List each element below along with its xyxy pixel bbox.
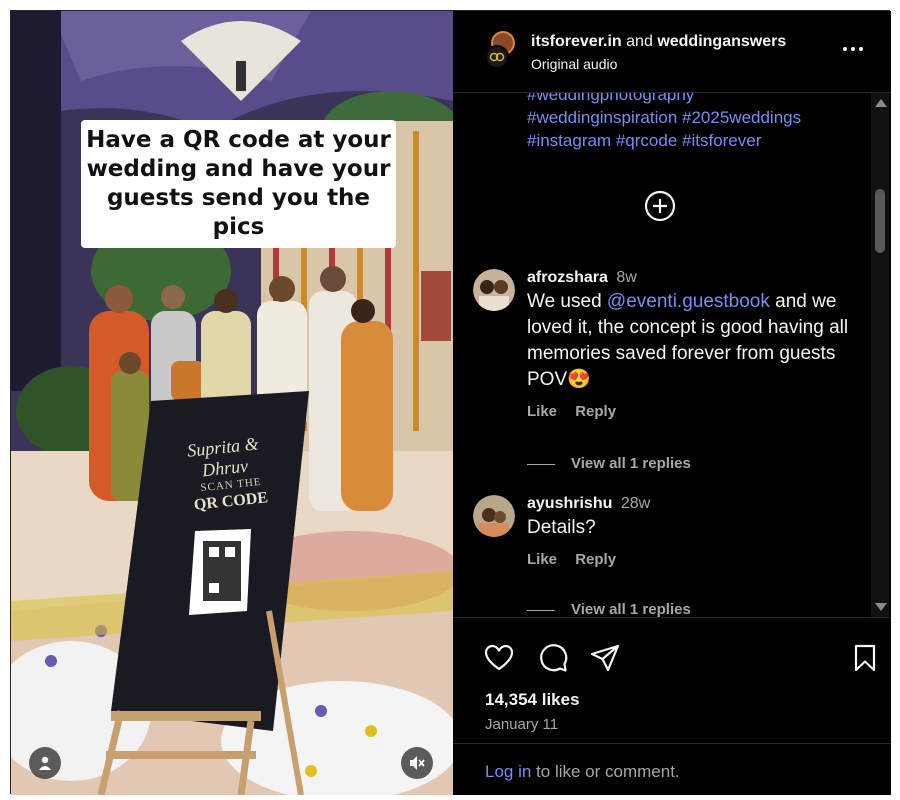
hashtag-link[interactable]: #weddinginspiration — [527, 108, 677, 127]
mention-link[interactable]: @eventi.guestbook — [607, 291, 770, 312]
comment-username[interactable]: afrozshara — [527, 269, 608, 286]
comments-section: #weddingphotography #weddinginspiration … — [453, 93, 891, 617]
more-options-icon — [843, 47, 863, 51]
user-tag-button[interactable] — [29, 747, 61, 779]
like-comment-button[interactable]: Like — [527, 551, 557, 568]
more-options-button[interactable] — [843, 39, 869, 59]
scroll-up-arrow-icon[interactable] — [875, 99, 887, 107]
mute-button[interactable] — [401, 747, 433, 779]
hashtag-link[interactable]: #instagram — [527, 131, 611, 150]
divider — [527, 463, 555, 465]
view-replies-label: View all 1 replies — [571, 601, 691, 617]
hashtag-link[interactable]: #itsforever — [682, 131, 761, 150]
avatar[interactable] — [473, 495, 515, 537]
like-count[interactable]: 14,354 likes — [485, 690, 580, 710]
paper-plane-icon[interactable] — [589, 642, 621, 674]
user-tag-icon — [39, 756, 51, 770]
hashtag-link[interactable]: #qrcode — [616, 131, 677, 150]
plus-circle-icon[interactable] — [643, 189, 677, 223]
comment-item: ayushrishu 28w Details? Like Reply View … — [473, 495, 873, 617]
post-authors: itsforever.in and weddinganswers — [531, 33, 786, 51]
post-media[interactable]: Have a QR code at your wedding and have … — [11, 11, 453, 795]
post-actions: 14,354 likes January 11 — [453, 617, 891, 733]
comment-time: 28w — [620, 495, 651, 512]
view-replies-button[interactable]: View all 1 replies — [527, 455, 691, 472]
reply-button[interactable]: Reply — [575, 551, 616, 568]
reply-button[interactable]: Reply — [575, 403, 616, 420]
like-comment-button[interactable]: Like — [527, 403, 557, 420]
login-prompt: Log in to like or comment. — [453, 743, 891, 795]
hashtag-link[interactable]: #weddingphotography — [527, 93, 694, 104]
login-link[interactable]: Log in — [485, 762, 531, 781]
audio-label[interactable]: Original audio — [531, 56, 617, 72]
muted-speaker-icon — [410, 756, 425, 770]
post-header: itsforever.in and weddinganswers Origina… — [453, 11, 891, 93]
scroll-thumb[interactable] — [875, 189, 885, 253]
view-replies-label: View all 1 replies — [571, 455, 691, 472]
view-replies-button[interactable]: View all 1 replies — [527, 601, 691, 617]
overlay-caption: Have a QR code at your wedding and have … — [81, 120, 396, 248]
comment-time: 8w — [616, 269, 637, 286]
comment-username[interactable]: ayushrishu — [527, 495, 612, 512]
comment-text: We used @eventi.guestbook and we loved i… — [527, 289, 867, 393]
bookmark-icon[interactable] — [849, 642, 881, 674]
login-prompt-text: to like or comment. — [531, 762, 680, 781]
scroll-down-arrow-icon[interactable] — [875, 603, 887, 611]
account-secondary-link[interactable]: weddinganswers — [657, 33, 786, 50]
avatar[interactable] — [473, 269, 515, 311]
divider — [527, 609, 555, 611]
comment-text-start: We used — [527, 291, 607, 312]
post-dialog: Have a QR code at your wedding and have … — [10, 10, 891, 795]
authors-conjunction: and — [626, 33, 653, 50]
caption-hashtags: #weddingphotography #weddinginspiration … — [527, 93, 857, 152]
heart-icon[interactable] — [483, 642, 515, 674]
hashtag-link[interactable]: #2025weddings — [682, 108, 801, 127]
account-primary-link[interactable]: itsforever.in — [531, 33, 622, 50]
post-date: January 11 — [485, 716, 559, 733]
comments-scrollbar[interactable] — [871, 93, 889, 617]
collab-avatar[interactable] — [485, 29, 517, 71]
comment-text: Details? — [527, 517, 596, 538]
post-sidebar: itsforever.in and weddinganswers Origina… — [453, 11, 891, 795]
comment-bubble-icon[interactable] — [537, 642, 569, 674]
comment-item: afrozshara 8w We used @eventi.guestbook … — [473, 269, 873, 479]
